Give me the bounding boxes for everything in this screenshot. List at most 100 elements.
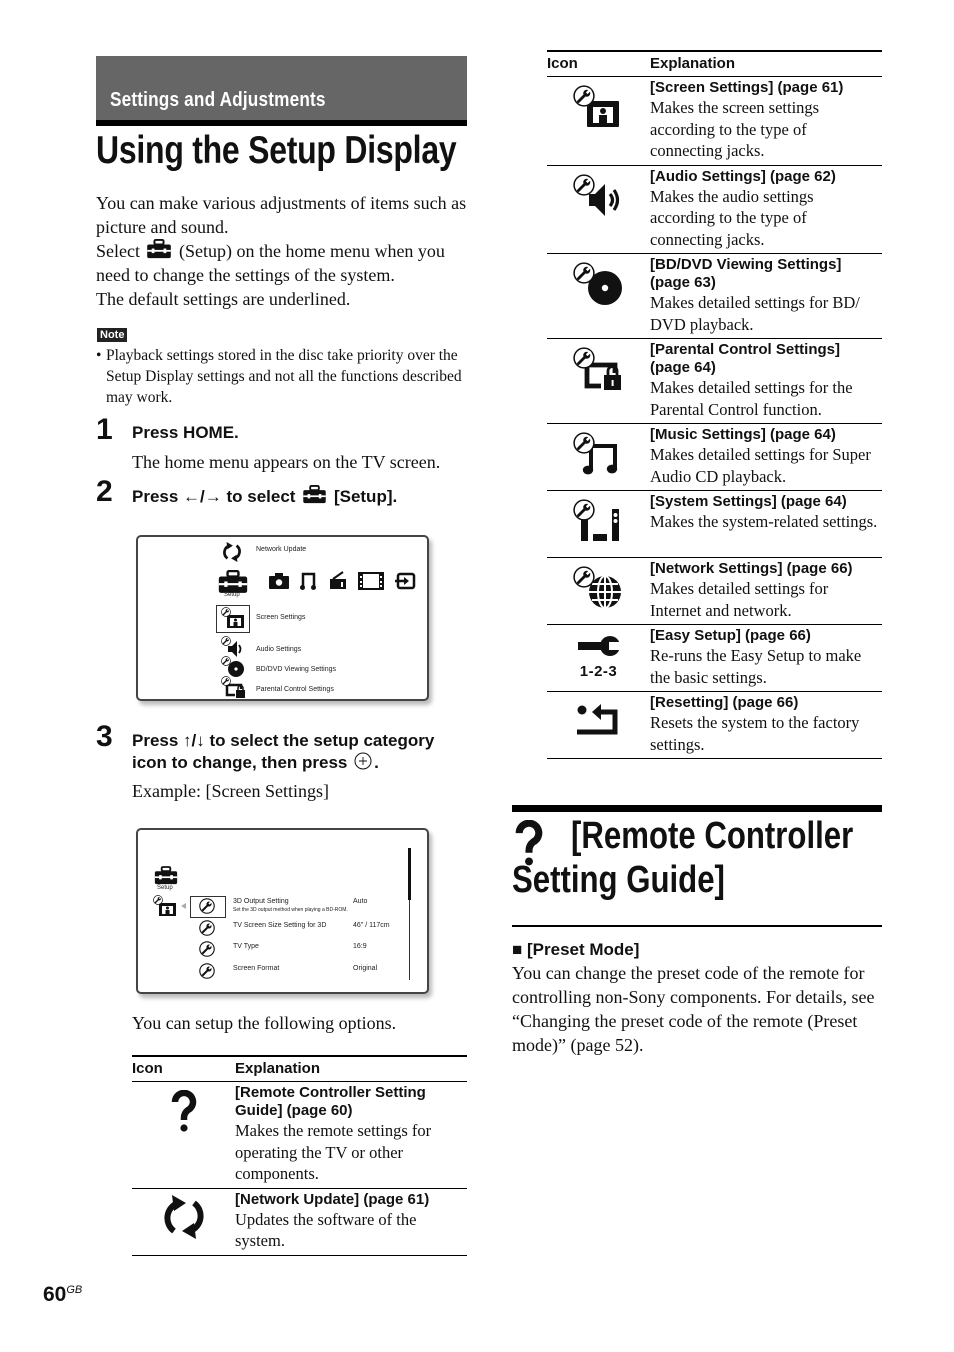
menu-audio-settings: Audio Settings xyxy=(256,646,302,653)
network-update-icon xyxy=(222,542,242,562)
note-bullet: • xyxy=(96,347,102,364)
table-row: [Audio Settings] (page 62) Makes the aud… xyxy=(547,165,882,254)
setting-3d-output-value: Auto xyxy=(353,898,368,905)
col-header-icon: Icon xyxy=(547,50,650,77)
music-settings-icon xyxy=(572,432,617,475)
disc-settings-icon xyxy=(572,262,622,305)
step-3-heading-end: . xyxy=(374,753,379,772)
disc-settings-icon xyxy=(221,656,244,677)
table-row: [Resetting] (page 66) Resets the system … xyxy=(547,691,882,759)
row-title: [Parental Control Settings] (page 64) xyxy=(650,341,841,376)
setting-screen-format-value: Original xyxy=(353,965,378,972)
setup-toolbox-icon xyxy=(154,866,178,885)
parental-control-icon xyxy=(221,676,245,698)
step-3-heading: Press ↑/↓ to select the setup category i… xyxy=(132,730,472,774)
setup-label: Setup xyxy=(157,885,173,891)
note-label: Note xyxy=(97,328,128,342)
intro-paragraph: You can make various adjustments of item… xyxy=(96,191,468,311)
note-text: • Playback settings stored in the disc t… xyxy=(96,345,468,408)
page-number: 60GB xyxy=(43,1283,82,1307)
menu-network-update: Network Update xyxy=(256,546,307,553)
step-2-heading-setup: [Setup]. xyxy=(333,487,398,506)
row-desc: Resets the system to the factory setting… xyxy=(650,713,860,754)
tv-broadcast-icon xyxy=(330,571,346,589)
setting-screen-format: Screen Format xyxy=(233,965,280,972)
row-title: [Screen Settings] (page 61) xyxy=(650,79,844,96)
row-title: [Audio Settings] (page 62) xyxy=(650,167,836,185)
row-title: [System Settings] (page 64) xyxy=(650,493,847,510)
preset-mode-body: You can change the preset code of the re… xyxy=(512,963,875,1055)
row-desc: Makes the remote settings for operating … xyxy=(235,1121,432,1183)
setting-tv-screen-size: TV Screen Size Setting for 3D xyxy=(233,922,327,929)
screen-settings-icon xyxy=(221,607,244,628)
row-desc: Makes detailed settings for Internet and… xyxy=(650,579,829,620)
audio-settings-icon xyxy=(572,173,619,216)
row-desc: Makes detailed settings for the Parental… xyxy=(650,378,853,419)
table-row: [Parental Control Settings] (page 64) Ma… xyxy=(547,338,882,424)
step-3-body: Example: [Screen Settings] xyxy=(132,781,329,801)
input-icon xyxy=(395,572,416,590)
table-row: [Network Settings] (page 66) Makes detai… xyxy=(547,557,882,625)
divider xyxy=(512,925,882,927)
page-number-suffix: GB xyxy=(66,1284,83,1296)
screen-settings-icon xyxy=(572,85,619,127)
table-row: [BD/DVD Viewing Settings] (page 63) Make… xyxy=(547,253,882,339)
system-settings-icon xyxy=(572,499,619,541)
step-1-heading: Press HOME. xyxy=(132,423,239,442)
table-row: [Music Settings] (page 64) Makes detaile… xyxy=(547,423,882,491)
col-header-explanation: Explanation xyxy=(650,50,882,77)
options-intro: You can setup the following options. xyxy=(132,1013,397,1033)
video-film-icon xyxy=(358,572,384,590)
row-desc: Re-runs the Easy Setup to make the basic… xyxy=(650,646,862,687)
enter-button-icon xyxy=(354,752,372,770)
wrench-icon xyxy=(199,920,215,936)
col-header-explanation: Explanation xyxy=(235,1055,467,1082)
wrench-icon xyxy=(199,941,215,957)
table-row: [Network Update] (page 61) Updates the s… xyxy=(132,1188,467,1256)
left-arrow-indicator xyxy=(181,903,186,909)
row-desc: Updates the software of the system. xyxy=(235,1209,417,1251)
wrench-icon xyxy=(199,963,215,979)
screen-settings-icon xyxy=(153,895,176,916)
table-row: [System Settings] (page 64) Makes the sy… xyxy=(547,490,882,558)
setting-3d-output-desc: Set the 3D output method when playing a … xyxy=(233,907,348,913)
remote-guide-title: [Remote Controller Setting Guide] xyxy=(512,814,892,902)
step-2-heading-text: Press ←/→ to select xyxy=(132,487,296,506)
music-note-icon xyxy=(300,572,316,590)
options-table-left: Icon Explanation [Remote Controller Sett… xyxy=(132,1055,467,1256)
resetting-icon xyxy=(576,704,617,735)
toolbox-icon xyxy=(302,485,327,504)
page-number-value: 60 xyxy=(43,1283,67,1306)
step-1-body: The home menu appears on the TV screen. xyxy=(132,452,441,472)
section-rule xyxy=(96,120,467,126)
row-title: [Resetting] (page 66) xyxy=(650,694,799,711)
preset-mode-heading: ■ [Preset Mode] xyxy=(512,939,639,961)
row-desc: Makes the audio settings according to th… xyxy=(650,186,814,249)
note-body: Playback settings stored in the disc tak… xyxy=(106,347,462,406)
question-icon xyxy=(171,1089,196,1132)
scrollbar-thumb[interactable] xyxy=(408,848,411,900)
setting-tv-screen-size-value: 46" / 117cm xyxy=(353,922,390,929)
row-title: [Music Settings] (page 64) xyxy=(650,426,836,443)
options-table-right: Icon Explanation [Screen Settings] (page… xyxy=(547,50,882,759)
toolbox-icon xyxy=(146,239,172,259)
setting-tv-type: TV Type xyxy=(233,943,259,950)
section-header-band: Settings and Adjustments xyxy=(96,56,467,120)
row-title: [Easy Setup] (page 66) xyxy=(650,627,811,644)
row-title: [Network Update] (page 61) xyxy=(235,1190,430,1208)
row-desc: Makes detailed settings for BD/ DVD play… xyxy=(650,293,860,334)
audio-settings-icon xyxy=(221,636,242,657)
menu-bd-dvd-viewing-settings: BD/DVD Viewing Settings xyxy=(256,666,337,673)
section-rule xyxy=(512,805,882,812)
menu-parental-control-settings: Parental Control Settings xyxy=(256,686,334,693)
setting-3d-output: 3D Output Setting xyxy=(233,898,289,905)
row-desc: Makes the screen settings according to t… xyxy=(650,98,820,160)
remote-guide-title-text: [Remote Controller Setting Guide] xyxy=(512,815,854,901)
section-title: Settings and Adjustments xyxy=(110,89,326,111)
menu-screen-settings: Screen Settings xyxy=(256,614,306,621)
step-3-heading-text: Press ↑/↓ to select the setup category i… xyxy=(132,731,435,772)
network-update-icon xyxy=(160,1195,208,1239)
page-title: Using the Setup Display xyxy=(96,129,457,172)
intro-select-text: Select xyxy=(96,241,140,261)
intro-line-2: Select (Setup) on the home menu when you… xyxy=(96,239,468,287)
